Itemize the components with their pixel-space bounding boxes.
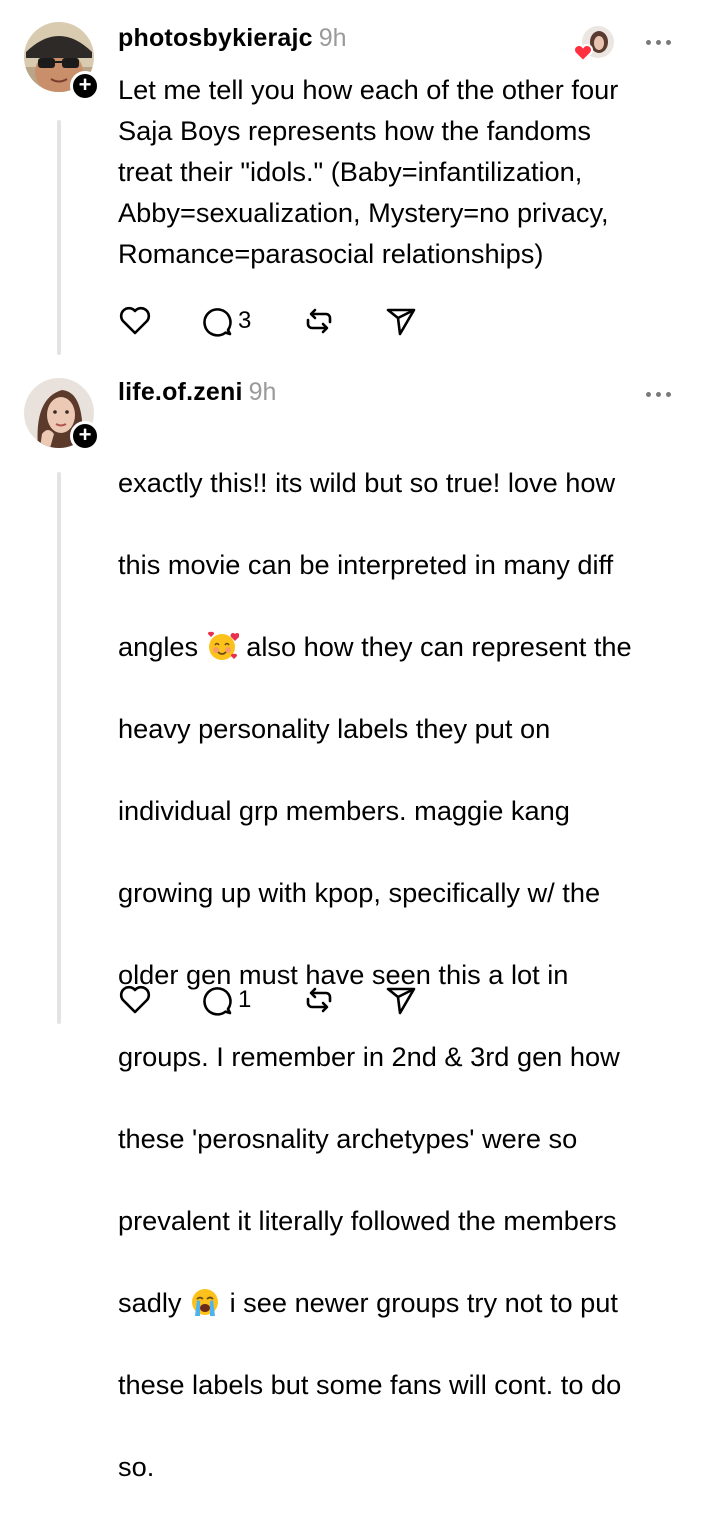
share-button[interactable] xyxy=(384,301,418,341)
reply-count: 3 xyxy=(238,307,252,334)
thread-line xyxy=(57,120,61,355)
post-life-of-zeni: + life.of.zeni 9h exactly this!! its wil… xyxy=(0,360,703,1482)
post-text: Let me tell you how each of the other fo… xyxy=(118,74,619,269)
share-button[interactable] xyxy=(384,980,418,1020)
thread-line xyxy=(57,472,61,1024)
post-text-line: this movie can be interpreted in many di… xyxy=(118,549,614,580)
reply-button[interactable]: 1 xyxy=(200,980,251,1020)
timestamp: 9h xyxy=(318,24,347,52)
reply-button[interactable]: 3 xyxy=(200,301,251,341)
post-text-line: growing up with kpop, specifically w/ th… xyxy=(118,877,601,908)
send-icon xyxy=(386,308,416,336)
follow-plus-icon[interactable]: + xyxy=(70,421,100,451)
post-text-fragment: angles xyxy=(118,631,199,662)
post-text-line: angles also how they can represent the xyxy=(118,626,683,667)
liked-heart-icon xyxy=(573,44,593,62)
post-text-line: these labels but some fans will cont. to… xyxy=(118,1369,622,1400)
heart-icon xyxy=(119,306,151,335)
post-text: exactly this!! its wild but so true! lov… xyxy=(118,421,683,1528)
post-text-fragment: i see newer groups try not to put xyxy=(222,1287,618,1318)
post-text-fragment: sadly xyxy=(118,1287,182,1318)
repost-icon xyxy=(306,987,332,1013)
post-photosbykierajc: + photosbykierajc 9h Let me tell you how… xyxy=(0,0,703,360)
smiling-face-with-hearts-emoji xyxy=(207,631,239,660)
username[interactable]: photosbykierajc xyxy=(118,24,313,53)
post-header: photosbykierajc 9h xyxy=(118,24,347,60)
repost-icon xyxy=(306,308,332,334)
post-text-line: exactly this!! its wild but so true! lov… xyxy=(118,467,616,498)
post-header: life.of.zeni 9h xyxy=(118,378,276,414)
more-options-icon[interactable] xyxy=(646,392,671,397)
like-button[interactable] xyxy=(118,301,152,341)
post-text-fragment: also how they can represent the xyxy=(238,631,632,662)
like-button[interactable] xyxy=(118,980,152,1020)
username[interactable]: life.of.zeni xyxy=(118,378,243,407)
post-text-line: prevalent it literally followed the memb… xyxy=(118,1205,617,1236)
heart-icon xyxy=(119,985,151,1014)
repost-button[interactable] xyxy=(302,980,336,1020)
follow-plus-icon[interactable]: + xyxy=(70,71,100,101)
send-icon xyxy=(386,987,416,1015)
comment-icon xyxy=(203,987,232,1016)
post-text-line: these 'perosnality archetypes' were so xyxy=(118,1123,578,1154)
loudly-crying-face-emoji xyxy=(192,1289,219,1316)
comment-icon xyxy=(203,308,232,337)
post-text-line: so. xyxy=(118,1451,155,1482)
post-text-line: sadly i see newer groups try not to put xyxy=(118,1282,683,1323)
post-text-line: heavy personality labels they put on xyxy=(118,713,551,744)
repost-button[interactable] xyxy=(302,301,336,341)
timestamp: 9h xyxy=(248,378,277,406)
post-text-line: individual grp members. maggie kang xyxy=(118,795,570,826)
post-text-line: groups. I remember in 2nd & 3rd gen how xyxy=(118,1041,620,1072)
more-options-icon[interactable] xyxy=(646,40,671,45)
reply-count: 1 xyxy=(238,986,252,1013)
